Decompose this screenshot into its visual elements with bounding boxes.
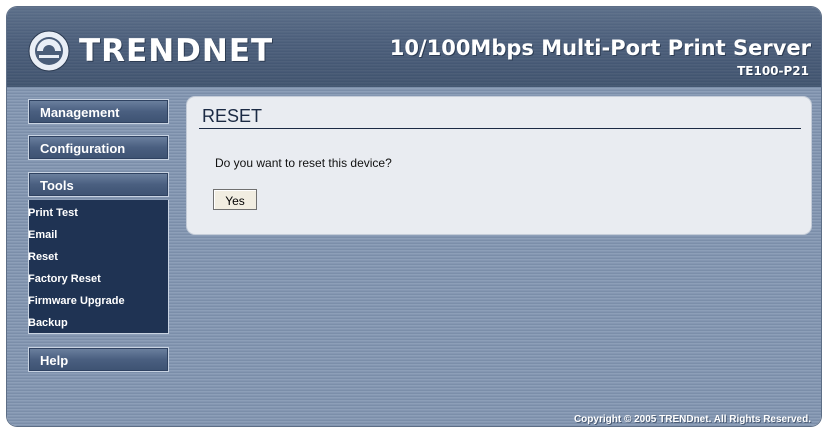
nav-tools[interactable]: Tools [28,172,169,197]
nav-help[interactable]: Help [28,347,169,372]
app-frame: TRENDNET 10/100Mbps Multi-Port Print Ser… [7,7,821,426]
tools-item-print-test[interactable]: Print Test [28,207,78,219]
tools-item-backup[interactable]: Backup [28,317,68,329]
trendnet-logo-icon [28,30,70,72]
panel-title: RESET [202,106,263,126]
header: TRENDNET 10/100Mbps Multi-Port Print Ser… [7,7,821,87]
nav-configuration[interactable]: Configuration [28,135,169,160]
copyright-text: Copyright © 2005 TRENDnet. All Rights Re… [573,414,811,425]
trendnet-logo: TRENDNET [27,29,273,73]
tools-submenu [28,200,169,334]
tools-item-email[interactable]: Email [28,229,57,241]
reset-question: Do you want to reset this device? [215,156,392,170]
yes-button[interactable]: Yes [213,189,257,210]
title-divider [199,128,801,129]
reset-panel: RESET Do you want to reset this device? … [187,97,811,234]
nav-management[interactable]: Management [28,99,169,124]
product-title: 10/100Mbps Multi-Port Print Server [389,36,811,60]
logo-text: TRENDNET [79,33,274,69]
tools-item-factory-reset[interactable]: Factory Reset [28,273,101,285]
model-number: TE100-P21 [737,64,809,78]
tools-item-reset[interactable]: Reset [28,251,58,263]
tools-item-firmware-upgrade[interactable]: Firmware Upgrade [28,295,125,307]
